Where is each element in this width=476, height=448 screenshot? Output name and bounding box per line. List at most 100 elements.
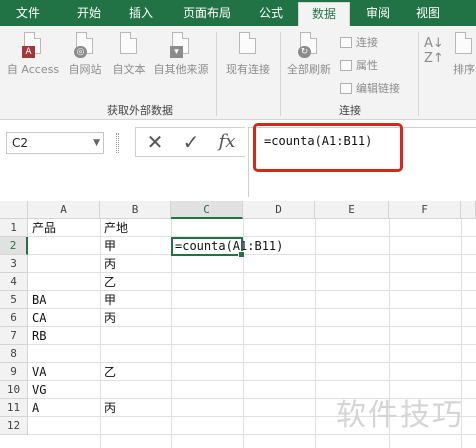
refresh-icon: ↻ — [298, 32, 320, 58]
chevron-down-icon[interactable]: ▼ — [93, 133, 100, 153]
group-divider — [280, 32, 281, 116]
row-header-2[interactable]: 2 — [0, 237, 28, 255]
group-label-connections: 连接 — [339, 104, 361, 117]
access-icon: A — [22, 32, 44, 58]
gridline — [28, 308, 476, 309]
column-header-f[interactable]: F — [389, 201, 461, 219]
column-header-d[interactable]: D — [243, 201, 315, 219]
gridline — [28, 380, 476, 381]
from-text-button[interactable]: 自文本 — [108, 32, 150, 77]
gridline — [28, 290, 476, 291]
properties-button[interactable]: 属性 — [340, 57, 378, 73]
gridline — [28, 272, 476, 273]
refresh-all-button[interactable]: ↻ 全部刷新 — [284, 32, 334, 77]
edit-links-button[interactable]: 编辑链接 — [340, 80, 400, 96]
cell-b11[interactable]: 丙 — [101, 399, 116, 417]
column-header-e[interactable]: E — [315, 201, 389, 219]
edit-links-icon — [340, 83, 352, 94]
enter-check-icon[interactable]: ✓ — [178, 129, 204, 155]
edit-links-label: 编辑链接 — [356, 82, 400, 95]
tab-review[interactable]: 审阅 — [356, 0, 400, 26]
cell-b5[interactable]: 甲 — [101, 291, 116, 309]
text-file-icon — [118, 32, 140, 58]
select-all-corner[interactable] — [0, 201, 28, 219]
cell-b9[interactable]: 乙 — [101, 363, 116, 381]
gridline — [28, 362, 476, 363]
cell-a10[interactable]: VG — [29, 381, 46, 399]
sort-icon — [453, 32, 475, 58]
sort-label: 排序 — [453, 63, 475, 76]
cell-b4[interactable]: 乙 — [101, 273, 116, 291]
properties-label: 属性 — [356, 59, 378, 72]
from-web-button[interactable]: ◎ 自网站 — [64, 32, 106, 77]
from-other-sources-label: 自其他来源 — [153, 63, 209, 76]
row-header-1[interactable]: 1 — [0, 219, 28, 237]
gridline — [28, 344, 476, 345]
from-other-sources-button[interactable]: ▾ 自其他来源 — [150, 32, 212, 77]
row-header-6[interactable]: 6 — [0, 309, 28, 327]
connections-label: 连接 — [356, 36, 378, 49]
connections-icon — [340, 37, 352, 48]
cell-a9[interactable]: VA — [29, 363, 46, 381]
other-sources-icon: ▾ — [170, 32, 192, 58]
from-web-label: 自网站 — [68, 63, 102, 76]
gridline — [28, 434, 476, 435]
existing-connections-label: 现有连接 — [226, 63, 270, 76]
refresh-all-label: 全部刷新 — [287, 63, 331, 76]
highlight-annotation-box — [253, 123, 403, 172]
gridline — [28, 326, 476, 327]
formula-bar: C2 ▼ ✕ ✓ fx =counta(A1:B11) — [0, 121, 476, 201]
name-box-value: C2 — [12, 136, 29, 150]
sort-az-icon[interactable]: A↓ Z↑ — [424, 36, 444, 66]
resize-grip[interactable] — [116, 133, 119, 153]
tab-home[interactable]: 开始 — [64, 0, 114, 26]
tab-file[interactable]: 文件 — [0, 0, 56, 26]
column-header-c[interactable]: C — [171, 201, 243, 219]
watermark: 软件技巧 — [336, 398, 464, 433]
tab-data[interactable]: 数据 — [298, 2, 350, 26]
existing-connections-icon — [237, 32, 259, 58]
row-header-7[interactable]: 7 — [0, 327, 28, 345]
row-header-4[interactable]: 4 — [0, 273, 28, 291]
column-header-b[interactable]: B — [100, 201, 171, 219]
existing-connections-button[interactable]: 现有连接 — [220, 32, 276, 77]
web-icon: ◎ — [74, 32, 96, 58]
from-access-label: 自 Access — [6, 63, 60, 76]
tab-view[interactable]: 视图 — [406, 0, 450, 26]
from-text-label: 自文本 — [112, 63, 146, 76]
cell-b2[interactable]: 甲 — [101, 237, 116, 255]
group-divider — [418, 32, 419, 116]
cancel-icon[interactable]: ✕ — [142, 129, 168, 155]
properties-icon — [340, 60, 352, 71]
name-box[interactable]: C2 ▼ — [6, 132, 104, 154]
group-label-get-external-data: 获取外部数据 — [107, 104, 173, 117]
row-header-12[interactable]: 12 — [0, 417, 28, 435]
ribbon-panel: A 自 Access ◎ 自网站 自文本 ▾ 自其他来源 获取外部数据 现有连接… — [0, 26, 476, 120]
row-header-9[interactable]: 9 — [0, 363, 28, 381]
sort-button[interactable]: 排序 — [448, 32, 476, 77]
tab-page-layout[interactable]: 页面布局 — [170, 0, 244, 26]
cell-a6[interactable]: CA — [29, 309, 46, 327]
from-access-button[interactable]: A 自 Access — [4, 32, 62, 77]
tab-formulas[interactable]: 公式 — [250, 0, 292, 26]
connections-button[interactable]: 连接 — [340, 34, 378, 50]
cell-b1[interactable]: 产地 — [101, 219, 128, 237]
cell-b3[interactable]: 丙 — [101, 255, 116, 273]
cell-a7[interactable]: RB — [29, 327, 46, 345]
cell-a11[interactable]: A — [29, 399, 39, 417]
tab-insert[interactable]: 插入 — [118, 0, 164, 26]
column-header-a[interactable]: A — [28, 201, 100, 219]
cell-b6[interactable]: 丙 — [101, 309, 116, 327]
column-header-g[interactable] — [461, 201, 476, 219]
row-header-5[interactable]: 5 — [0, 291, 28, 309]
insert-function-icon[interactable]: fx — [214, 129, 240, 155]
row-header-10[interactable]: 10 — [0, 381, 28, 399]
row-header-11[interactable]: 11 — [0, 399, 28, 417]
row-header-8[interactable]: 8 — [0, 345, 28, 363]
cell-a1[interactable]: 产品 — [29, 219, 56, 237]
ribbon-tab-bar: 文件 开始 插入 页面布局 公式 数据 审阅 视图 — [0, 0, 476, 26]
active-cell-selection[interactable] — [171, 237, 245, 258]
row-header-3[interactable]: 3 — [0, 255, 28, 273]
cell-a5[interactable]: BA — [29, 291, 46, 309]
group-divider — [216, 32, 217, 116]
